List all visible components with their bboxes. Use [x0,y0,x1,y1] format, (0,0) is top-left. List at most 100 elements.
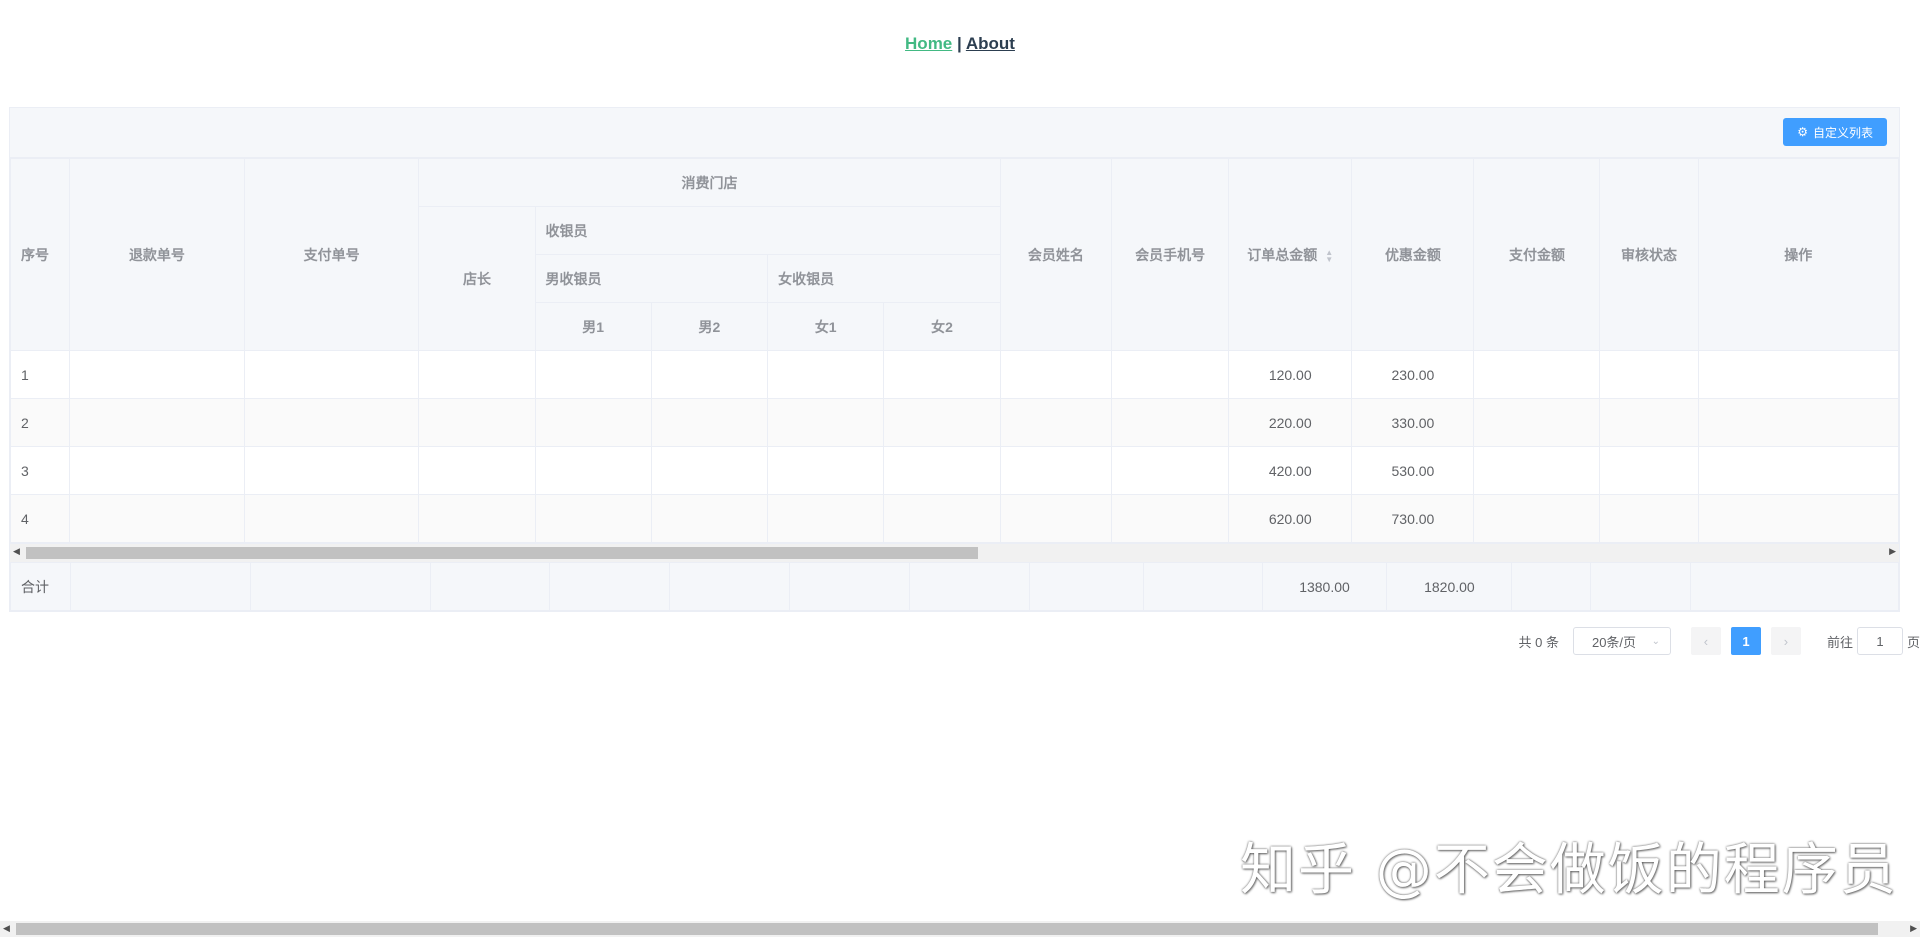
table-cell [1473,350,1601,399]
table-cell [883,350,1001,399]
header-male-cashier: 男收银员 [534,254,769,303]
page-number-1[interactable]: 1 [1730,627,1761,655]
scroll-right-arrow-icon[interactable]: ▶ [1889,546,1896,557]
header-pay-no: 支付单号 [243,158,420,351]
table-cell [1599,446,1699,495]
table-cell [69,494,245,543]
watermark: 知乎 @不会做饭的程序员 [1240,838,1898,903]
table-cell [999,494,1113,543]
pagination-total: 共 0 条 [1518,634,1559,650]
table-cell [418,350,536,399]
table-cell [650,350,769,399]
table-cell [650,398,769,447]
cell-order-total: 420.00 [1228,446,1353,495]
table-cell [534,398,652,447]
table-horizontal-scrollbar[interactable]: ◀ ▶ [10,543,1899,562]
header-f2: 女2 [883,302,1001,351]
header-refund-no: 退款单号 [69,158,245,351]
next-page-button[interactable]: › [1770,627,1801,655]
table-cell [650,446,769,495]
table-cell [243,446,420,495]
chevron-right-icon: › [1783,633,1789,649]
table-cell [534,446,652,495]
table-cell [883,398,1001,447]
nav-home-link[interactable]: Home [905,34,952,53]
page-size-select[interactable]: 20条/页 ⌄ [1572,627,1671,655]
table-cell [1473,446,1601,495]
scrollbar-thumb[interactable] [16,923,1878,935]
table-header: 序号 退款单号 支付单号 消费门店 会员姓名 会员手机号 订单总金额 ▲ ▼ 优惠金… [9,158,1900,351]
gear-icon: ⚙ [1797,125,1808,139]
cell-order-total: 620.00 [1228,494,1353,543]
table-cell [650,494,769,543]
data-table: ⚙ 自定义列表 序号 退款单号 支付单号 消费门店 会员姓名 会员手机号 订单总… [9,107,1900,612]
table-cell [883,446,1001,495]
table-cell [767,398,885,447]
cell-discount: 330.00 [1351,398,1475,447]
table-cell [1111,350,1230,399]
header-pay-amount: 支付金额 [1473,158,1601,351]
chevron-down-icon: ⌄ [1651,635,1660,647]
table-cell [767,350,885,399]
summary-order-total: 1380.00 [1261,562,1388,611]
cell-index: 3 [9,446,71,495]
prev-page-button[interactable]: ‹ [1690,627,1721,655]
header-store: 消费门店 [418,158,1001,207]
order-total-label: 订单总金额 [1247,246,1318,263]
table-cell [1697,446,1900,495]
sort-caret-icon[interactable]: ▲ ▼ [1325,248,1333,263]
table-cell [1697,398,1900,447]
table-cell [1473,398,1601,447]
table-cell [999,398,1113,447]
nav-separator: | [957,34,962,53]
header-member-name: 会员姓名 [999,158,1113,351]
header-m1: 男1 [534,302,652,351]
header-actions: 操作 [1697,158,1900,351]
table-cell [1599,494,1699,543]
scroll-right-arrow-icon[interactable]: ▶ [1910,923,1917,934]
pagination: 共 0 条 20条/页 ⌄ ‹ 1 › 前往 1 页 [1519,627,1920,655]
top-nav: Home | About [0,34,1920,54]
scroll-left-arrow-icon[interactable]: ◀ [13,546,20,557]
table-cell [418,398,536,447]
header-discount: 优惠金额 [1351,158,1475,351]
table-row: 1 120.00 230.00 [9,350,1900,399]
table-body: 1 120.00 230.00 2 220.00 330.00 3 420.00 530.00 4… [9,350,1900,543]
scrollbar-thumb[interactable] [26,547,978,559]
cell-order-total: 120.00 [1228,350,1353,399]
table-cell [1473,494,1601,543]
table-cell [1697,350,1900,399]
table-cell [418,494,536,543]
header-index: 序号 [9,158,71,351]
header-member-phone: 会员手机号 [1111,158,1230,351]
table-cell [1111,494,1230,543]
cell-index: 2 [9,398,71,447]
table-cell [243,350,420,399]
custom-columns-button[interactable]: ⚙ 自定义列表 [1783,118,1887,146]
header-manager: 店长 [418,206,536,351]
page-horizontal-scrollbar[interactable]: ◀ ▶ [0,921,1920,937]
header-order-total[interactable]: 订单总金额 ▲ ▼ [1228,158,1353,351]
table-cell [1111,398,1230,447]
table-toolbar: ⚙ 自定义列表 [10,108,1899,158]
custom-columns-label: 自定义列表 [1812,125,1873,140]
table-cell [69,398,245,447]
goto-page-input[interactable]: 1 [1856,627,1903,655]
table-cell [1599,398,1699,447]
header-cashier: 收银员 [534,206,1001,255]
table-cell [243,494,420,543]
summary-row: 合计 1380.00 1820.00 [10,562,1899,611]
cell-discount: 230.00 [1351,350,1475,399]
nav-about-link[interactable]: About [966,34,1015,53]
table-cell [534,350,652,399]
summary-discount: 1820.00 [1386,562,1513,611]
table-cell [1111,446,1230,495]
table-cell [767,494,885,543]
cell-index: 4 [9,494,71,543]
table-cell [243,398,420,447]
pay-amount-label: 支付金额 [1508,246,1565,263]
header-audit: 审核状态 [1599,158,1699,351]
page-unit-label: 页 [1906,634,1920,650]
cell-order-total: 220.00 [1228,398,1353,447]
scroll-left-arrow-icon[interactable]: ◀ [3,923,10,934]
